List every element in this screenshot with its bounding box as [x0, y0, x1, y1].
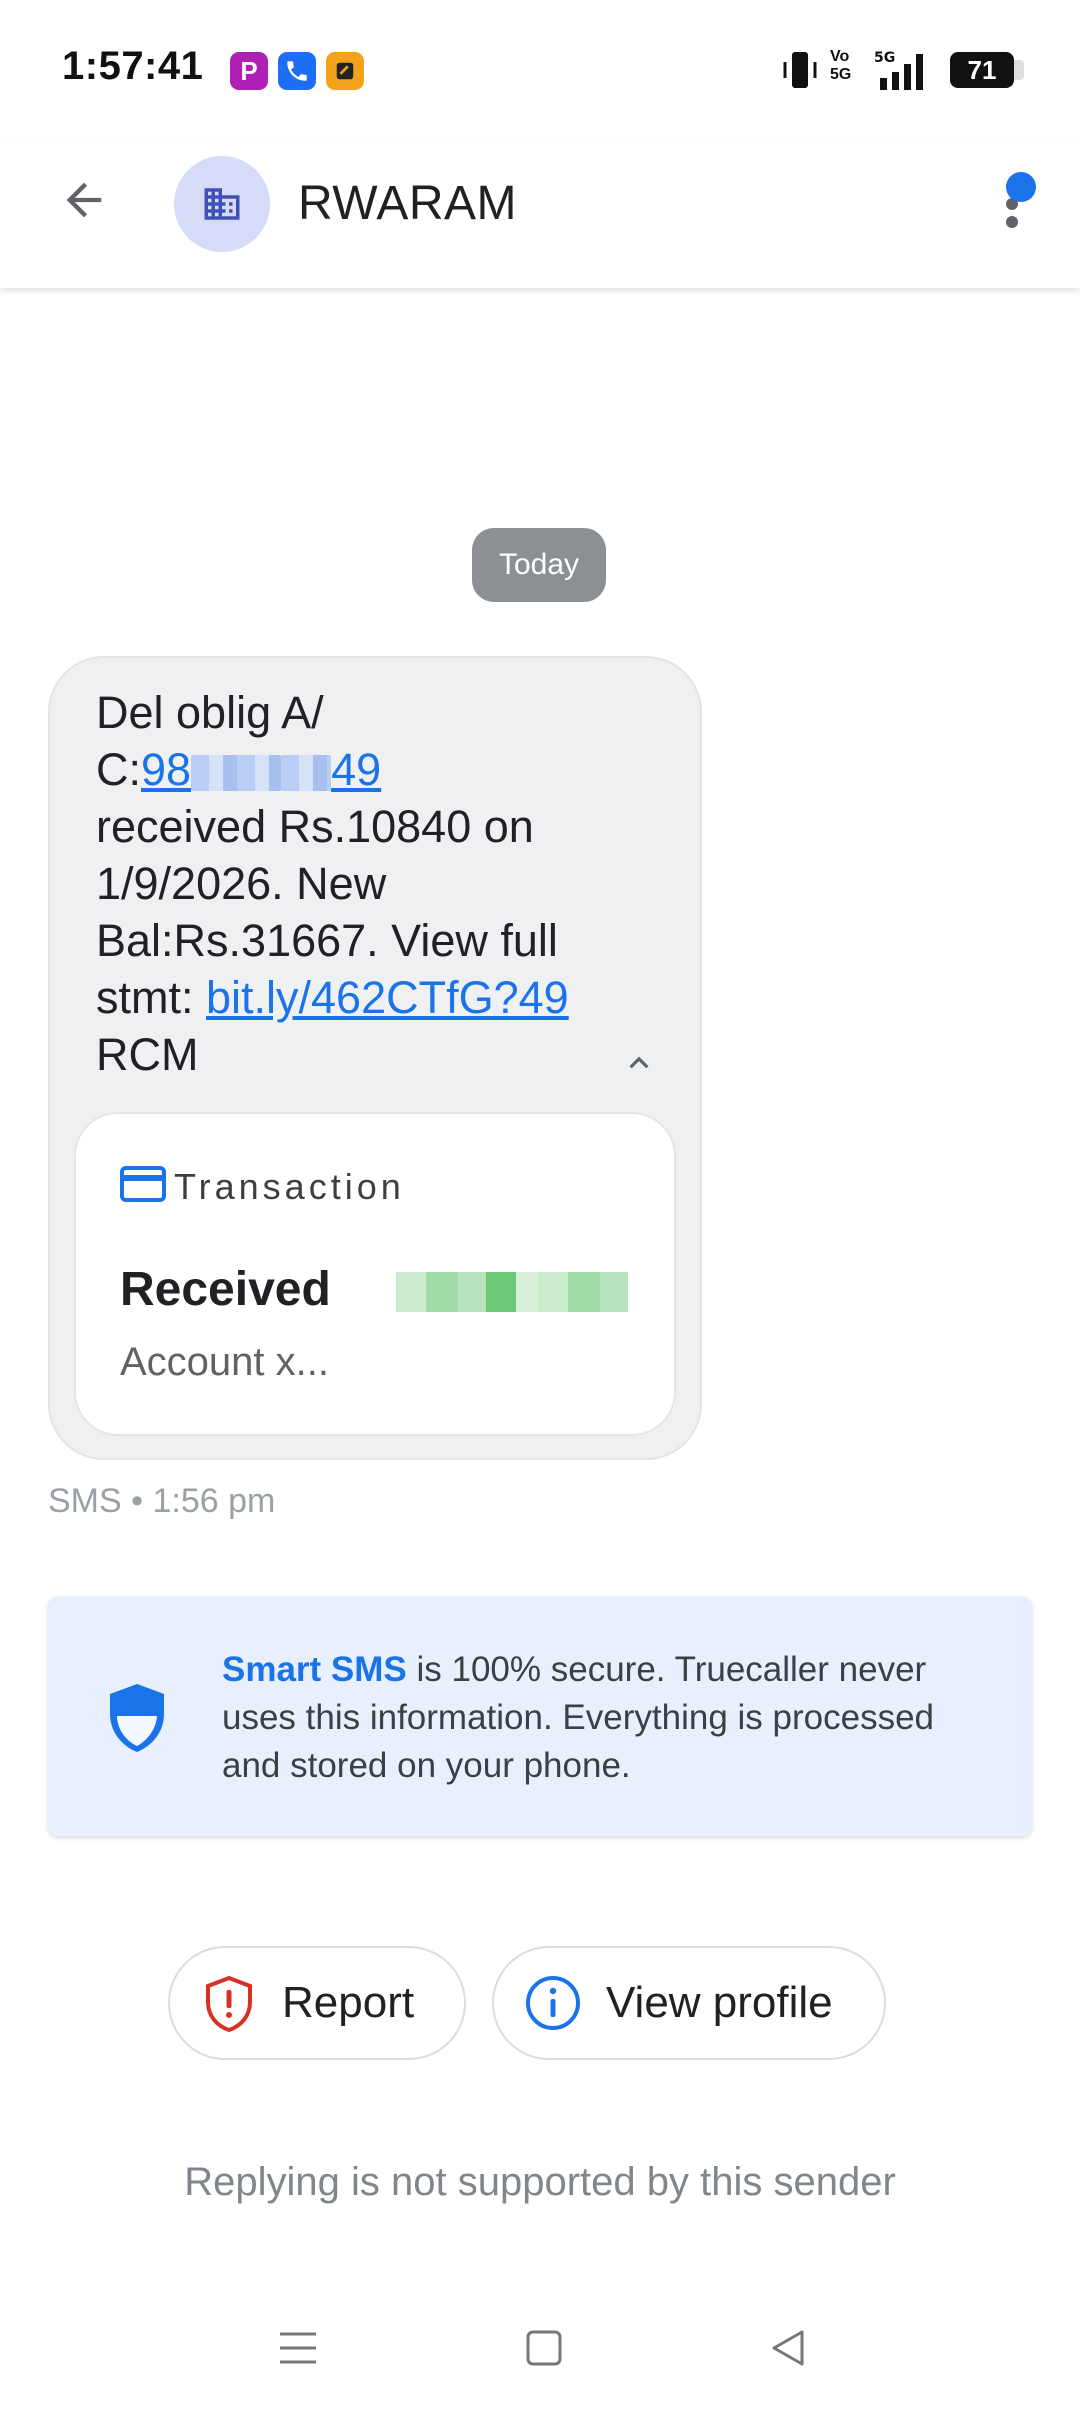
banner-text: Smart SMS is 100% secure. Truecaller nev…: [222, 1650, 934, 1785]
card-subtitle: Account x...: [120, 1340, 329, 1384]
back-button[interactable]: [52, 168, 116, 232]
shield-icon: [106, 1682, 168, 1754]
message-line: received Rs.10840 on: [96, 801, 534, 852]
date-chip: Today: [472, 528, 606, 602]
view-profile-label: View profile: [606, 1978, 833, 2027]
message-meta: SMS • 1:56 pm: [48, 1482, 276, 1520]
collapse-button[interactable]: [616, 1040, 662, 1086]
triangle-back-icon: [772, 2330, 804, 2366]
account-number-link[interactable]: 98 49: [141, 744, 381, 795]
arrow-back-icon: [66, 182, 102, 218]
reply-unsupported-note: Replying is not supported by this sender: [184, 2160, 896, 2204]
card-label: Transaction: [174, 1166, 405, 1207]
sender-name: RWARAM: [298, 177, 517, 230]
report-label: Report: [282, 1978, 415, 2027]
volte-indicator: Vo 5G: [830, 48, 852, 83]
status-time: 1:57:41: [62, 44, 204, 88]
card-title: Received: [120, 1263, 331, 1316]
avatar[interactable]: [174, 156, 270, 252]
message-line: Del oblig A/: [96, 687, 324, 738]
message-line: C:98 49: [96, 744, 382, 795]
notification-dot: [1006, 172, 1036, 202]
message-line: Bal:Rs.31667. View full: [96, 915, 558, 966]
battery-indicator: 71: [950, 52, 1024, 88]
app-header: [0, 140, 1080, 288]
masked-digits: [191, 755, 282, 792]
nav-menu-button[interactable]: [268, 2318, 328, 2378]
signal-icon: 5G: [872, 48, 938, 92]
info-icon: [526, 1976, 580, 2030]
smart-sms-brand: Smart SMS: [222, 1650, 407, 1689]
chevron-up-icon: [629, 1056, 649, 1069]
report-shield-icon: [206, 1975, 252, 2032]
p-app-icon: P: [230, 52, 268, 90]
phone-app-icon: [278, 52, 316, 90]
square-icon: [526, 2330, 562, 2366]
vibrate-icon: [780, 48, 820, 92]
message-line: 1/9/2026. New: [96, 858, 387, 909]
redacted-amount: [396, 1272, 628, 1312]
nav-home-button[interactable]: [514, 2318, 574, 2378]
menu-icon: [280, 2332, 316, 2364]
statement-link[interactable]: bit.ly/462CTfG?49: [206, 972, 569, 1023]
nav-back-button[interactable]: [758, 2318, 818, 2378]
message-line: RCM: [96, 1029, 199, 1080]
svg-text:5G: 5G: [874, 50, 895, 66]
wallet-app-icon: [326, 52, 364, 90]
view-profile-button[interactable]: View profile: [492, 1946, 886, 2060]
message-text: Del oblig A/ C:98 49 received Rs.10840 on…: [96, 684, 656, 1083]
message-line: stmt: bit.ly/462CTfG?49: [96, 972, 569, 1023]
report-button[interactable]: Report: [168, 1946, 466, 2060]
credit-card-icon: [120, 1166, 166, 1202]
building-icon: [204, 188, 240, 220]
